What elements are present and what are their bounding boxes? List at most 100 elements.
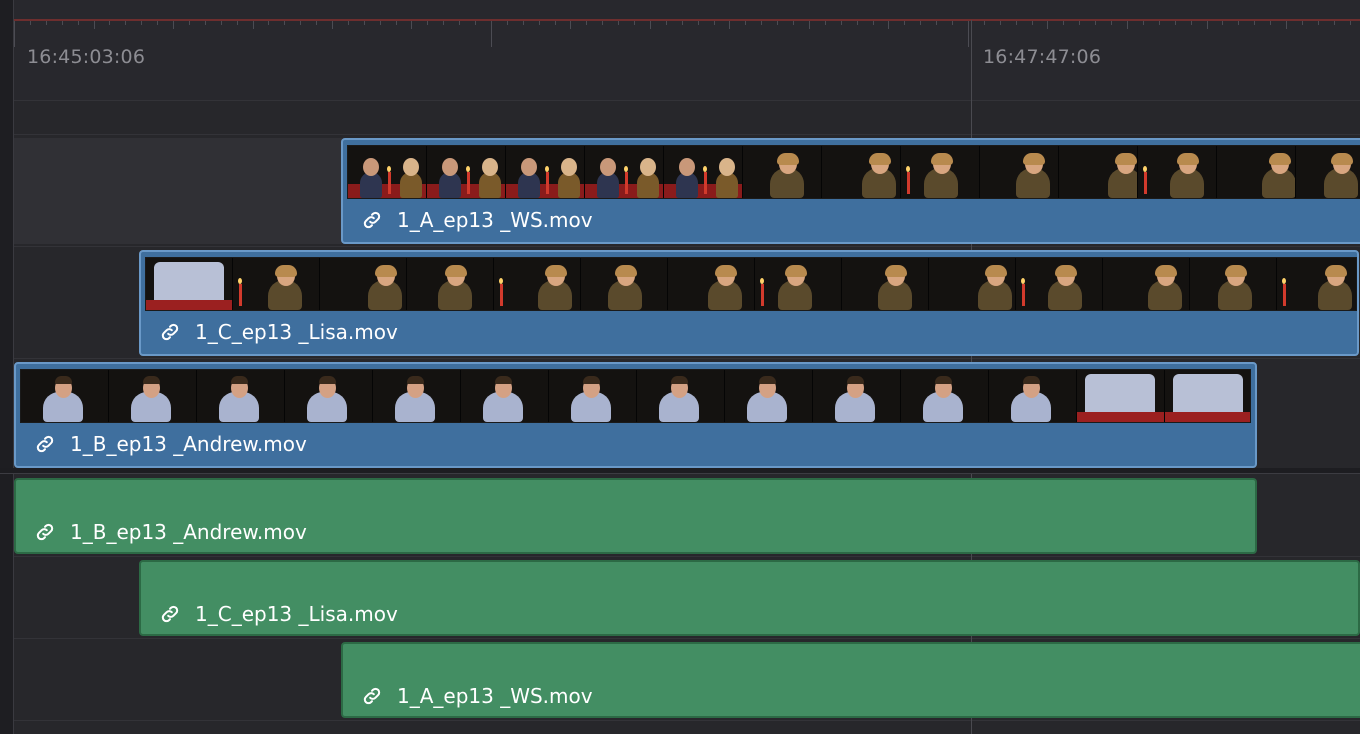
ruler-tick: [1270, 21, 1271, 25]
ruler-tick: [1032, 21, 1033, 25]
audio-clip-andrew[interactable]: 1_B_ep13 _Andrew.mov: [14, 478, 1257, 554]
ruler-tick: [173, 21, 174, 29]
ruler-tick: [491, 21, 492, 47]
thumbnail-frame: [549, 370, 637, 422]
thumbnail-frame: [980, 146, 1059, 198]
thumbnail-frame: [494, 258, 581, 310]
clip-name: 1_B_ep13 _Andrew.mov: [70, 432, 307, 456]
thumbnail-frame: [197, 370, 285, 422]
thumbnail-frame: [285, 370, 373, 422]
clip-filmstrip: [347, 145, 1360, 199]
ruler-tick: [650, 21, 651, 29]
thumbnail-frame: [348, 146, 427, 198]
ruler-tick: [1254, 21, 1255, 25]
thumbnail-frame: [901, 146, 980, 198]
thumbnail-frame: [320, 258, 407, 310]
ruler-tick: [1079, 21, 1080, 25]
ruler-tick: [396, 21, 397, 25]
ruler-tick: [157, 21, 158, 25]
ruler-tick: [364, 21, 365, 25]
ruler-tick: [1286, 21, 1287, 29]
thumbnail-frame: [1165, 370, 1250, 422]
ruler-tick: [1334, 21, 1335, 25]
thumbnail-frame: [506, 146, 585, 198]
ruler-tick: [1302, 21, 1303, 25]
clip-filmstrip: [20, 369, 1251, 423]
clip-title: 1_B_ep13 _Andrew.mov: [34, 432, 307, 456]
ruler-tick: [729, 21, 730, 29]
ruler-tick: [475, 21, 476, 25]
video-clip-lisa[interactable]: 1_C_ep13 _Lisa.mov: [139, 250, 1359, 356]
link-icon: [159, 603, 181, 625]
ruler-tick: [427, 21, 428, 25]
ruler-tick: [714, 21, 715, 25]
ruler-tick: [237, 21, 238, 25]
ruler-tick: [1000, 21, 1001, 25]
thumbnail-frame: [581, 258, 668, 310]
audio-clip-ws[interactable]: 1_A_ep13 _WS.mov: [341, 642, 1360, 718]
ruler-tick: [873, 21, 874, 25]
track-empty-area: [14, 138, 342, 244]
thumbnail-frame: [585, 146, 664, 198]
ruler-tick: [1175, 21, 1176, 25]
thumbnail-frame: [109, 370, 197, 422]
ruler-tick: [1095, 21, 1096, 25]
thumbnail-frame: [1296, 146, 1360, 198]
clip-title: 1_C_ep13 _Lisa.mov: [159, 320, 398, 344]
ruler-tick: [348, 21, 349, 25]
thumbnail-frame: [21, 370, 109, 422]
ruler-tick: [825, 21, 826, 25]
ruler-tick: [300, 21, 301, 25]
ruler-tick: [904, 21, 905, 25]
thumbnail-frame: [743, 146, 822, 198]
clip-name: 1_C_ep13 _Lisa.mov: [195, 602, 398, 626]
ruler-tick: [1207, 21, 1208, 29]
ruler-tick: [189, 21, 190, 25]
track-divider: [14, 246, 1360, 247]
video-clip-andrew[interactable]: 1_B_ep13 _Andrew.mov: [14, 362, 1257, 468]
ruler-tick: [316, 21, 317, 25]
thumbnail-frame: [1138, 146, 1217, 198]
track-divider: [14, 100, 1360, 101]
thumbnail-frame: [146, 258, 233, 310]
thumbnail-frame: [989, 370, 1077, 422]
ruler-tick: [1127, 21, 1128, 29]
ruler-tick: [555, 21, 556, 25]
clip-title: 1_B_ep13 _Andrew.mov: [34, 520, 307, 544]
link-icon: [159, 321, 181, 343]
thumbnail-frame: [822, 146, 901, 198]
thumbnail-frame: [755, 258, 842, 310]
audio-clip-lisa[interactable]: 1_C_ep13 _Lisa.mov: [139, 560, 1360, 636]
ruler-tick: [380, 21, 381, 25]
track-divider: [14, 720, 1360, 721]
thumbnail-frame: [842, 258, 929, 310]
thumbnail-frame: [813, 370, 901, 422]
ruler-tick: [634, 21, 635, 25]
clip-name: 1_A_ep13 _WS.mov: [397, 208, 593, 232]
ruler-tick: [284, 21, 285, 25]
thumbnail-frame: [407, 258, 494, 310]
ruler-tick: [793, 21, 794, 25]
ruler-tick: [459, 21, 460, 25]
ruler-tick: [857, 21, 858, 25]
ruler-tick: [539, 21, 540, 25]
thumbnail-frame: [668, 258, 755, 310]
ruler-tick: [936, 21, 937, 25]
ruler-tick: [268, 21, 269, 25]
thumbnail-frame: [637, 370, 725, 422]
video-clip-ws[interactable]: 1_A_ep13 _WS.mov: [341, 138, 1360, 244]
ruler-tick: [109, 21, 110, 25]
ruler-tick: [761, 21, 762, 25]
audio-video-divider[interactable]: [0, 468, 1360, 474]
timeline-ruler[interactable]: 16:45:03:06 16:47:47:06: [0, 0, 1360, 100]
ruler-tick: [602, 21, 603, 25]
ruler-tick: [1143, 21, 1144, 25]
thumbnail-frame: [427, 146, 506, 198]
ruler-tick: [1238, 21, 1239, 25]
ruler-tick: [570, 21, 571, 29]
thumbnail-frame: [929, 258, 1016, 310]
ruler-tick: [411, 21, 412, 29]
timecode-left: 16:45:03:06: [27, 46, 146, 68]
ruler-tick: [586, 21, 587, 25]
thumbnail-frame: [901, 370, 989, 422]
